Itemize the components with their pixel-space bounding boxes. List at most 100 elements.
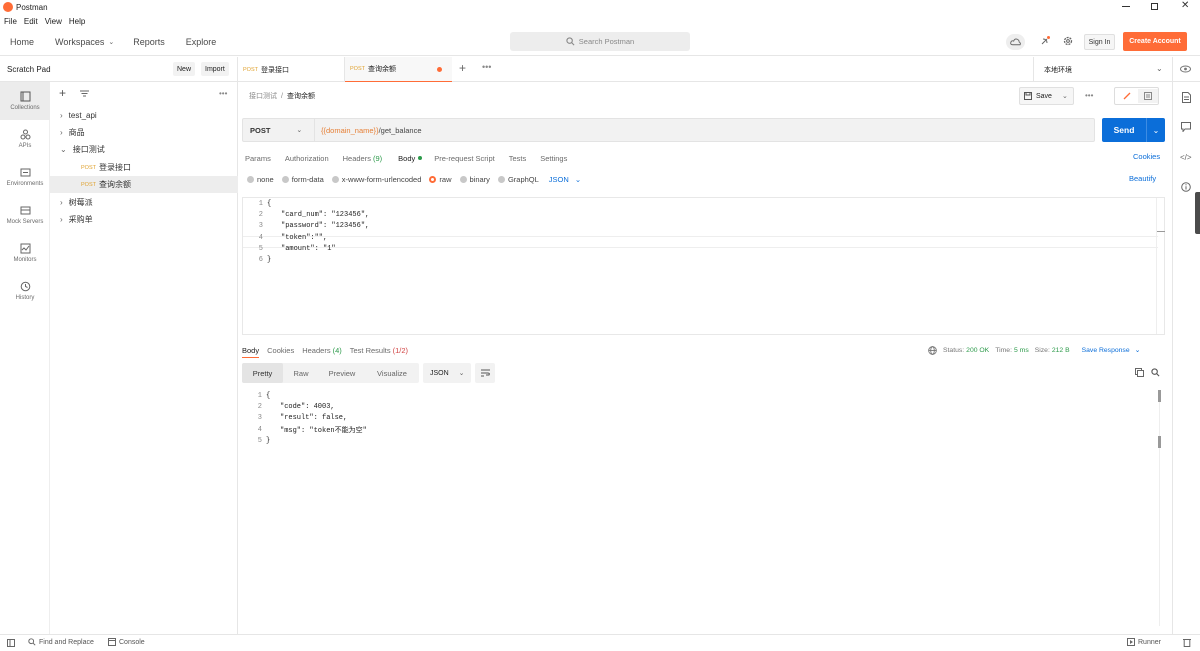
add-tab-icon[interactable]: + [459,61,466,75]
nav-monitors[interactable]: Monitors [0,234,50,272]
tree-item-goods[interactable]: › 商品 [50,124,238,141]
comments-icon[interactable] [1181,122,1191,132]
save-response-button[interactable]: Save Response [1082,347,1130,354]
nav-workspaces[interactable]: Workspaces [55,37,104,47]
nav-reports[interactable]: Reports [133,37,165,47]
runner-button[interactable]: Runner [1127,638,1161,646]
cookies-link[interactable]: Cookies [1133,152,1160,161]
body-type-graphql[interactable]: GraphQL [508,175,539,184]
tab-authorization[interactable]: Authorization [285,154,329,163]
tree-item-test-api[interactable]: › test_api [50,107,238,124]
tree-item-raspberry[interactable]: › 树莓派 [50,194,238,211]
globe-icon[interactable] [928,345,937,355]
trash-icon[interactable] [1183,638,1191,647]
beautify-link[interactable]: Beautify [1129,174,1156,183]
editor-scrollbar[interactable] [1156,198,1165,334]
request-body-editor[interactable]: 1{ 2 "card_num": "123456", 3 "password": "… [242,197,1165,335]
body-type-raw[interactable]: raw [439,175,451,184]
tab-settings[interactable]: Settings [540,154,567,163]
response-tab-headers[interactable]: Headers [302,346,330,355]
more-options-icon[interactable]: ••• [1085,91,1093,100]
settings-gear-icon[interactable] [1063,36,1073,46]
tab-headers[interactable]: Headers [343,154,371,163]
radio-form-data-icon[interactable] [281,176,289,183]
edit-pencil-icon[interactable] [1116,89,1137,103]
radio-urlencoded-icon[interactable] [331,176,339,183]
menu-file[interactable]: File [4,17,17,26]
response-format-select[interactable]: JSON ⌄ [423,363,471,383]
environment-select[interactable]: 本地环境 ⌄ [1033,57,1172,82]
url-input[interactable]: {{domain_name}} /get_balance [315,126,422,135]
close-icon[interactable]: ✕ [1181,0,1189,11]
send-button[interactable]: Send ⌄ [1102,118,1165,142]
wrap-lines-icon[interactable] [475,363,495,383]
response-tab-body[interactable]: Body [242,346,259,355]
find-replace-button[interactable]: Find and Replace [28,638,94,646]
code-snippet-icon[interactable]: </> [1180,153,1192,162]
tab-balance[interactable]: POST 查询余额 [345,57,452,82]
response-tab-cookies[interactable]: Cookies [267,346,294,355]
console-button[interactable]: Console [108,638,145,646]
more-options-icon[interactable]: ••• [219,89,227,98]
body-type-urlencoded[interactable]: x-www-form-urlencoded [342,175,422,184]
add-collection-icon[interactable]: + [59,86,66,100]
sign-in-button[interactable]: Sign In [1084,34,1115,50]
response-scrollbar[interactable] [1158,390,1161,626]
view-raw[interactable]: Raw [283,363,319,383]
save-button[interactable]: Save ⌄ [1019,87,1074,105]
create-account-button[interactable]: Create Account [1123,32,1187,51]
document-icon[interactable] [1182,92,1191,103]
breadcrumb-parent[interactable]: 接口测试 [249,91,277,101]
tab-body[interactable]: Body [398,154,415,163]
menu-view[interactable]: View [45,17,62,26]
nav-mock-servers[interactable]: Mock Servers [0,196,50,234]
body-type-form-data[interactable]: form-data [292,175,324,184]
nav-history[interactable]: History [0,272,50,310]
side-handle[interactable] [1195,192,1200,234]
search-icon[interactable] [1151,368,1160,377]
documentation-icon[interactable] [1138,89,1158,103]
radio-binary-icon[interactable] [459,176,467,183]
copy-icon[interactable] [1135,368,1144,377]
nav-apis[interactable]: APIs [0,120,50,158]
minimize-icon[interactable] [1122,6,1130,7]
chevron-down-icon[interactable]: ⌄ [108,38,114,46]
view-preview[interactable]: Preview [319,363,365,383]
nav-home[interactable]: Home [10,37,34,47]
restore-icon[interactable] [1151,3,1158,10]
body-format-select[interactable]: JSON [549,175,569,184]
response-tab-test-results[interactable]: Test Results [350,346,391,355]
tab-pre-request-script[interactable]: Pre-request Script [434,154,494,163]
tab-tests[interactable]: Tests [509,154,527,163]
nav-environments[interactable]: Environments [0,158,50,196]
menu-edit[interactable]: Edit [24,17,38,26]
filter-icon[interactable] [80,90,89,97]
search-input[interactable]: Search Postman [510,32,690,51]
method-select[interactable]: POST ⌄ [243,119,315,141]
import-button[interactable]: Import [201,62,229,76]
sidebar-toggle-icon[interactable] [7,639,15,647]
request-item-login[interactable]: POST 登录接口 [50,159,238,176]
view-pretty[interactable]: Pretty [242,363,283,383]
info-icon[interactable] [1181,182,1191,192]
more-tabs-icon[interactable]: ••• [482,62,491,72]
nav-explore[interactable]: Explore [186,37,217,47]
chevron-down-icon[interactable]: ⌄ [1147,126,1165,135]
cloud-sync-icon[interactable] [1006,34,1025,50]
nav-collections[interactable]: Collections [0,82,50,120]
new-button[interactable]: New [173,62,196,76]
tab-params[interactable]: Params [245,154,271,163]
view-visualize[interactable]: Visualize [365,363,419,383]
tree-item-api-test[interactable]: ⌄ 接口测试 [50,141,238,158]
tab-login[interactable]: POST 登录接口 [238,57,345,82]
satellite-icon[interactable] [1040,36,1050,46]
time-value[interactable]: 5 ms [1014,347,1029,354]
size-value[interactable]: 212 B [1052,347,1070,354]
status-value[interactable]: 200 OK [966,347,989,354]
request-item-balance[interactable]: POST 查询余额 [50,176,238,193]
tree-item-purchase[interactable]: › 采购单 [50,211,238,228]
response-body-viewer[interactable]: 1{ 2 "code": 4003, 3 "result": false, 4 "ms… [242,390,1165,634]
menu-help[interactable]: Help [69,17,85,26]
radio-none-icon[interactable] [247,176,254,183]
body-type-none[interactable]: none [257,175,274,184]
